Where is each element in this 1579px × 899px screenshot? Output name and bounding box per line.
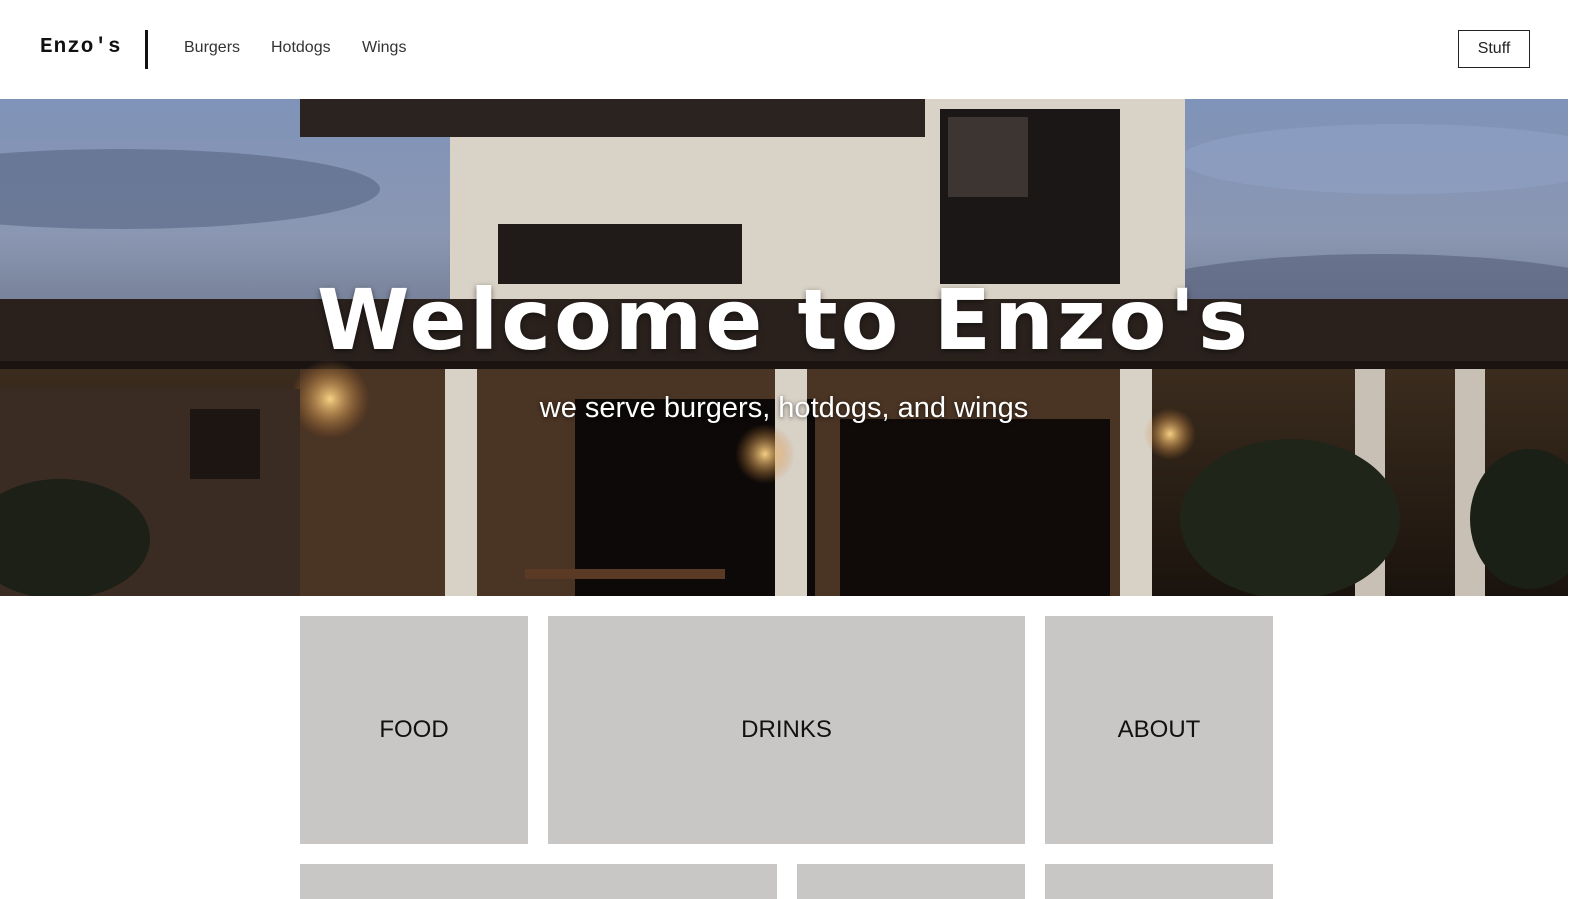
tile-about[interactable]: ABOUT	[1045, 616, 1273, 844]
hero-subtitle: we serve burgers, hotdogs, and wings	[539, 392, 1029, 424]
brand-divider	[145, 30, 148, 69]
tile-row2-right[interactable]	[1045, 864, 1273, 899]
brand-logo[interactable]: Enzo's	[40, 36, 122, 59]
nav-link-burgers[interactable]: Burgers	[184, 39, 240, 57]
tile-label-drinks: DRINKS	[741, 716, 832, 743]
tile-label-food: FOOD	[379, 716, 449, 743]
top-navbar: Enzo's Burgers Hotdogs Wings Stuff	[0, 0, 1579, 99]
stuff-button[interactable]: Stuff	[1458, 30, 1530, 68]
hero-banner: Welcome to Enzo's we serve burgers, hotd…	[0, 99, 1568, 596]
nav-link-wings[interactable]: Wings	[362, 39, 406, 57]
nav-link-hotdogs[interactable]: Hotdogs	[271, 39, 331, 57]
tile-drinks[interactable]: DRINKS	[548, 616, 1025, 844]
tile-row2-wide[interactable]	[300, 864, 777, 899]
tile-food[interactable]: FOOD	[300, 616, 528, 844]
tile-row2-middle[interactable]	[797, 864, 1025, 899]
hero-title: Welcome to Enzo's	[316, 271, 1252, 369]
tile-label-about: ABOUT	[1117, 716, 1201, 743]
